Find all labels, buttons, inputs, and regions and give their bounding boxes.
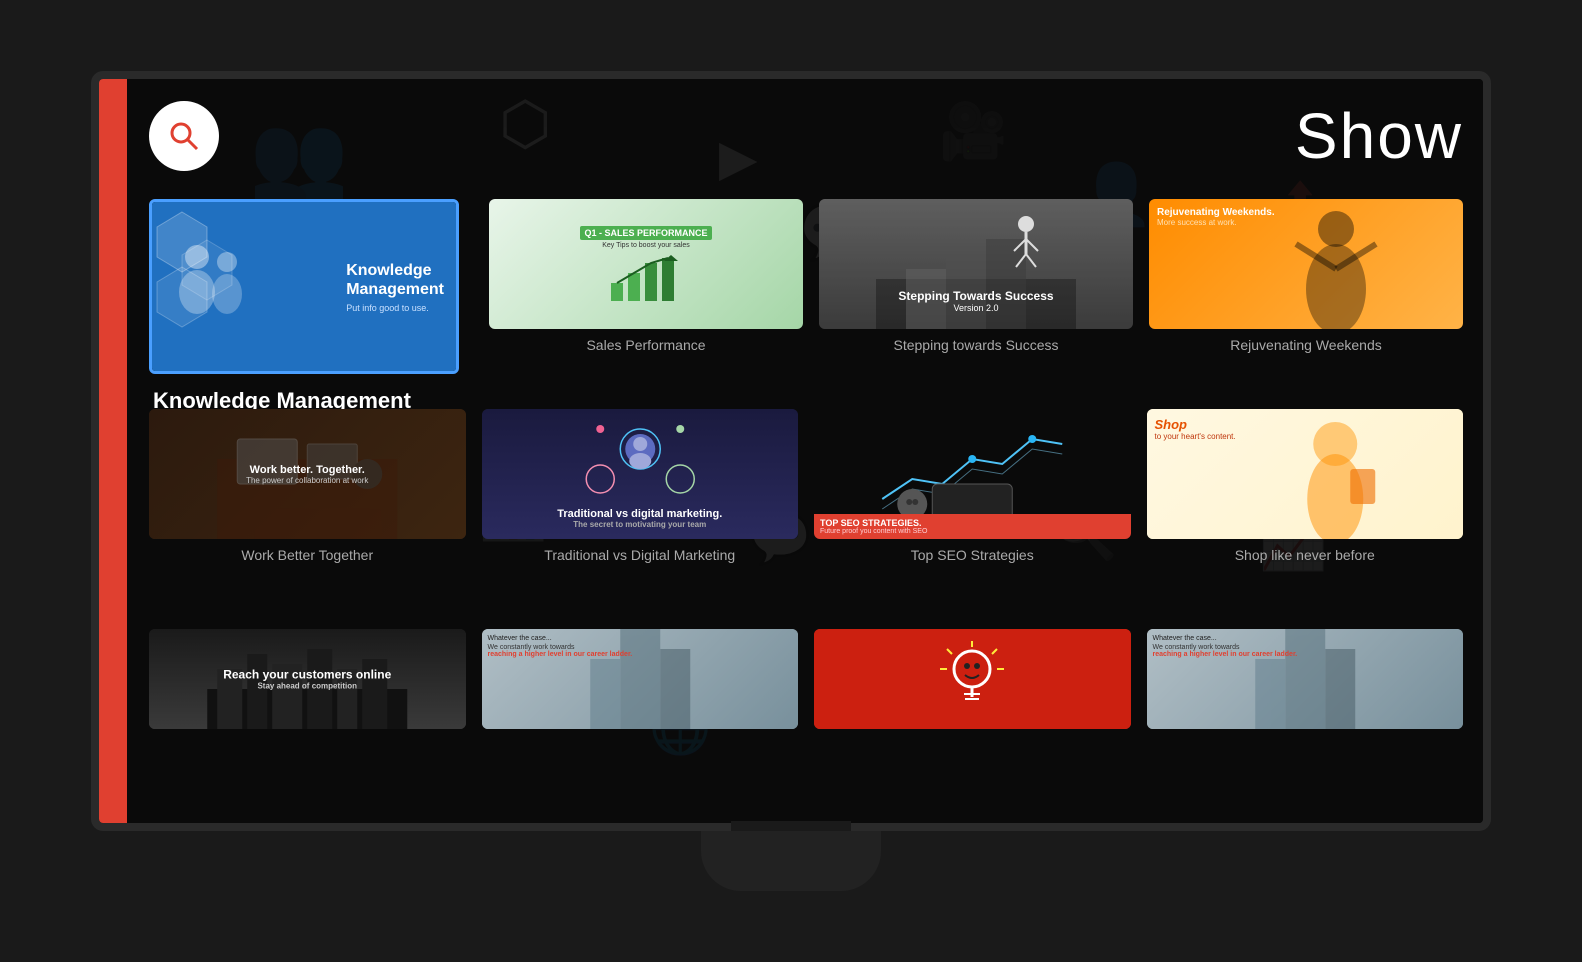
tvd-label: Traditional vs Digital Marketing [482, 547, 799, 563]
grid-item-career1[interactable]: Whatever the case... We constantly work … [482, 629, 799, 729]
grid-item-seo[interactable]: TOP SEO STRATEGIES. Future proof you con… [814, 409, 1131, 563]
work-text: Work better. Together. The power of coll… [246, 464, 368, 485]
shop-label: Shop like never before [1147, 547, 1464, 563]
content-area: Knowledge Management Put info good to us… [149, 199, 1463, 813]
seo-label: Top SEO Strategies [814, 547, 1131, 563]
grid-row1: Q1 - SALES PERFORMANCE Key Tips to boost… [489, 199, 1463, 353]
sales-chart [606, 253, 686, 303]
grid-item-rejuvenating[interactable]: Rejuvenating Weekends. More success at w… [1149, 199, 1463, 353]
tv-frame: 👥 ⬡ ▶ 🎥 ✈ 💬 👤 📤 📊 💬 🔍 📈 🌐 Sho [91, 71, 1491, 831]
grid-row2: Work better. Together. The power of coll… [149, 409, 1463, 563]
featured-section: Knowledge Management Put info good to us… [149, 199, 459, 414]
grid-row3: Reach your customers online Stay ahead o… [149, 629, 1463, 729]
stepping-label: Stepping towards Success [819, 337, 1133, 353]
grid-item-sales[interactable]: Q1 - SALES PERFORMANCE Key Tips to boost… [489, 199, 803, 353]
people-silhouette [167, 237, 257, 337]
grid-item-innovation[interactable] [814, 629, 1131, 729]
career1-text: Whatever the case... We constantly work … [488, 635, 633, 658]
person-silhouette [1149, 199, 1463, 329]
grid-item-career2[interactable]: Whatever the case... We constantly work … [1147, 629, 1464, 729]
search-icon [166, 118, 202, 154]
featured-subtitle: Put info good to use. [346, 303, 444, 313]
tvd-text: Traditional vs digital marketing. The se… [482, 508, 799, 529]
grid-item-stepping[interactable]: Stepping Towards Success Version 2.0 Ste… [819, 199, 1133, 353]
grid-item-tvd[interactable]: Traditional vs digital marketing. The se… [482, 409, 799, 563]
reach-text: Reach your customers online Stay ahead o… [149, 668, 466, 691]
sales-sub: Key Tips to boost your sales [602, 242, 690, 249]
featured-title: Knowledge Management [346, 260, 444, 298]
sales-label: Sales Performance [489, 337, 803, 353]
red-bar [99, 79, 127, 823]
work-label: Work Better Together [149, 547, 466, 563]
app-title: Show [1295, 99, 1463, 173]
seo-banner: TOP SEO STRATEGIES. Future proof you con… [814, 514, 1131, 539]
tv-stand-base [701, 831, 881, 891]
career2-text: Whatever the case... We constantly work … [1153, 635, 1298, 658]
header: Show [149, 99, 1463, 173]
featured-thumbnail[interactable]: Knowledge Management Put info good to us… [149, 199, 459, 374]
grid-item-shop[interactable]: Shop to your heart's content. Shop like … [1147, 409, 1464, 563]
shop-text: Shop to your heart's content. [1155, 417, 1236, 441]
grid-item-reach[interactable]: Reach your customers online Stay ahead o… [149, 629, 466, 729]
stepping-text: Stepping Towards Success Version 2.0 [898, 289, 1053, 313]
search-button[interactable] [149, 101, 219, 171]
lightbulb-icon [932, 639, 1012, 719]
screen: 👥 ⬡ ▶ 🎥 ✈ 💬 👤 📤 📊 💬 🔍 📈 🌐 Sho [99, 79, 1483, 823]
grid-item-work[interactable]: Work better. Together. The power of coll… [149, 409, 466, 563]
rejuvenating-label: Rejuvenating Weekends [1149, 337, 1463, 353]
sales-header: Q1 - SALES PERFORMANCE [580, 226, 711, 240]
